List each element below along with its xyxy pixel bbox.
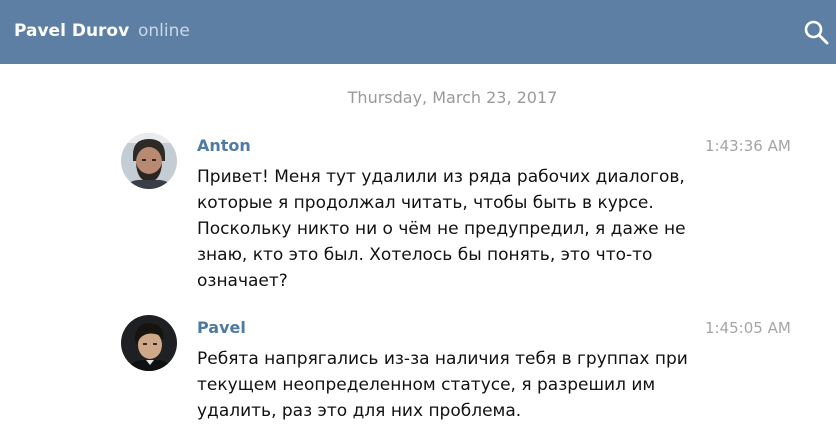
avatar-photo-pavel	[121, 315, 177, 371]
message-author[interactable]: Anton	[197, 135, 251, 157]
message-time: 1:43:36 AM	[705, 137, 791, 155]
search-button[interactable]	[802, 18, 830, 46]
chat-title[interactable]: Pavel Durov	[14, 20, 129, 42]
message-time: 1:45:05 AM	[705, 319, 791, 337]
search-icon	[804, 20, 829, 45]
message-text: Привет! Меня тут удалили из ряда рабочих…	[197, 167, 686, 291]
avatar-photo-anton	[121, 133, 177, 189]
avatar-anton[interactable]	[121, 133, 177, 189]
message-text: Ребята напрягались из-за наличия тебя в …	[197, 349, 688, 421]
avatar-pavel[interactable]	[121, 315, 177, 371]
chat-header: Pavel Durov online	[0, 0, 836, 64]
date-separator: Thursday, March 23, 2017	[347, 88, 558, 107]
message-author[interactable]: Pavel	[197, 317, 246, 339]
online-status: online	[138, 21, 190, 41]
